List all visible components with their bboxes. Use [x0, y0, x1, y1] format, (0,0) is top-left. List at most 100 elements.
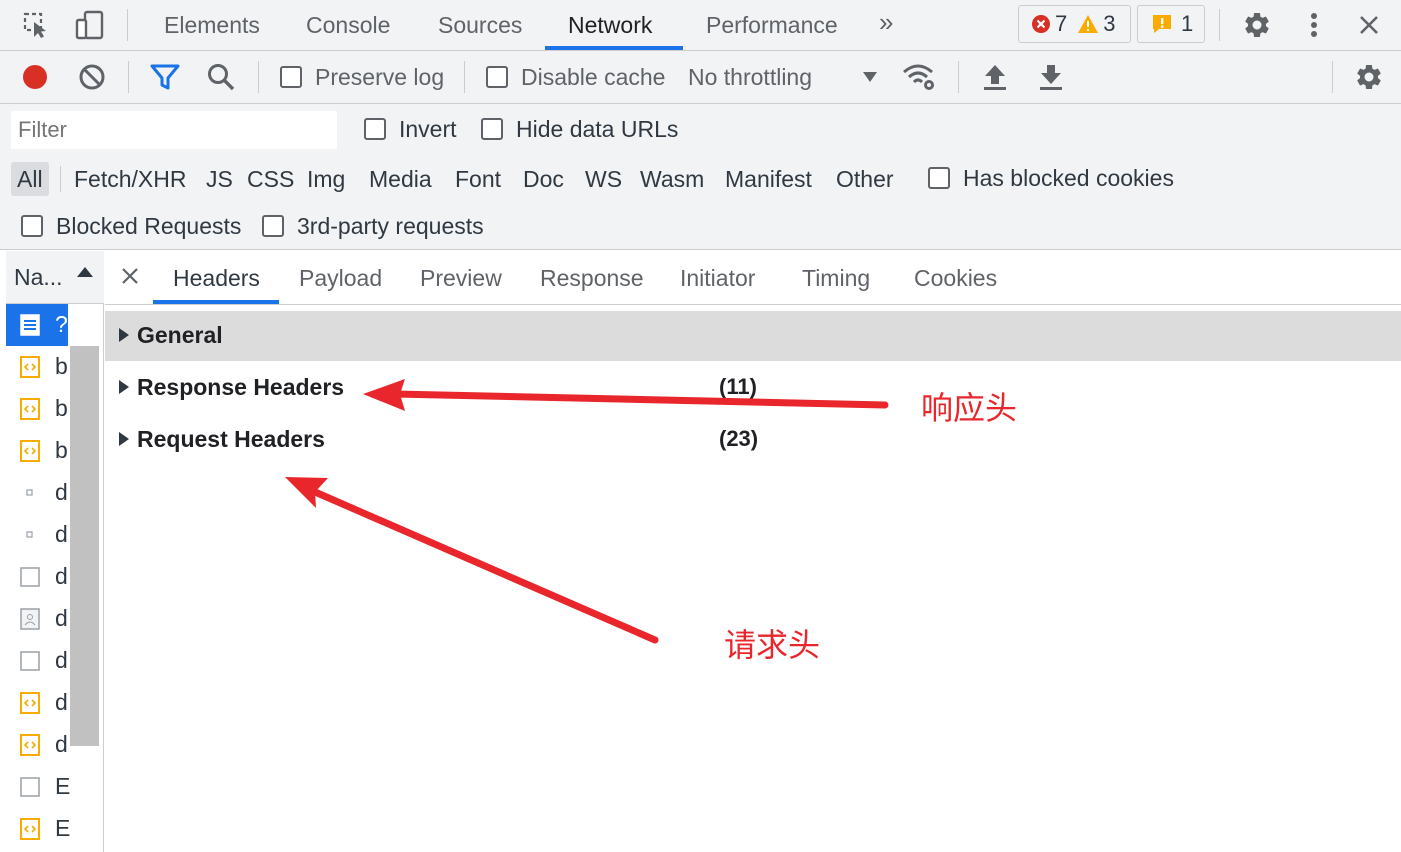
filter-type-fetch-xhr[interactable]: Fetch/XHR — [73, 162, 187, 196]
warning-count: 3 — [1103, 11, 1116, 36]
request-name: E — [55, 815, 71, 841]
import-har-upload-icon[interactable] — [977, 60, 1013, 94]
record-button-icon[interactable] — [17, 60, 53, 94]
request-row[interactable]: ? — [6, 304, 68, 346]
request-name: d — [55, 521, 68, 547]
tab-network[interactable]: Network — [568, 0, 652, 51]
filter-funnel-icon[interactable] — [147, 60, 183, 94]
tab-sources[interactable]: Sources — [438, 0, 522, 51]
disable-cache-checkbox[interactable] — [486, 66, 508, 88]
request-row[interactable]: d — [6, 514, 68, 556]
tab-performance[interactable]: Performance — [706, 0, 838, 51]
console-counters[interactable]: 7 3 — [1018, 5, 1131, 43]
tab-headers[interactable]: Headers — [173, 251, 260, 305]
request-row[interactable]: d — [6, 724, 68, 766]
clear-log-icon[interactable] — [74, 60, 110, 94]
script-icon — [20, 440, 40, 462]
filter-type-img[interactable]: Img — [306, 162, 346, 196]
response-headers-section-header[interactable]: Response Headers (11) — [105, 363, 1401, 413]
filter-type-media[interactable]: Media — [368, 162, 433, 196]
issues-counter[interactable]: 1 — [1137, 5, 1205, 43]
request-row[interactable]: b — [6, 388, 68, 430]
preserve-log-label: Preserve log — [315, 64, 445, 90]
error-count: 7 — [1055, 11, 1068, 36]
request-row[interactable]: E — [6, 808, 71, 850]
section-title: Request Headers — [137, 426, 325, 452]
more-tabs-chevron-icon[interactable]: » — [879, 0, 893, 48]
filter-type-manifest[interactable]: Manifest — [724, 162, 813, 196]
third-party-requests-checkbox[interactable] — [262, 215, 284, 237]
request-row[interactable]: E — [6, 766, 71, 808]
has-blocked-cookies-label: Has blocked cookies — [963, 165, 1174, 191]
search-icon[interactable] — [203, 60, 239, 94]
hide-data-urls-label: Hide data URLs — [516, 116, 679, 142]
script-icon — [20, 734, 40, 756]
hide-data-urls-checkbox[interactable] — [481, 118, 503, 140]
network-conditions-wifi-icon[interactable] — [902, 60, 938, 94]
request-headers-section-header[interactable]: Request Headers (23) — [105, 415, 1401, 465]
script-icon — [20, 818, 40, 840]
close-details-icon[interactable] — [121, 267, 139, 290]
request-row[interactable]: d — [6, 556, 68, 598]
section-count: (23) — [719, 426, 759, 451]
request-list-scrollbar[interactable] — [70, 346, 99, 746]
dot-icon — [20, 524, 40, 546]
request-row[interactable]: b — [6, 346, 68, 388]
filter-type-all[interactable]: All — [11, 162, 49, 196]
network-settings-gear-icon[interactable] — [1351, 60, 1387, 94]
filter-type-ws[interactable]: WS — [584, 162, 623, 196]
filter-bar: Invert Hide data URLs All Fetch/XHR JS C… — [0, 104, 1401, 250]
request-row[interactable]: d — [6, 472, 68, 514]
dot-icon — [20, 482, 40, 504]
request-name: E — [55, 773, 71, 799]
image-icon — [20, 608, 40, 630]
general-section-header[interactable]: General — [105, 311, 1401, 361]
tab-timing[interactable]: Timing — [802, 251, 870, 305]
error-icon — [1031, 14, 1051, 34]
dropdown-arrow-icon[interactable] — [852, 60, 888, 94]
invert-label: Invert — [399, 116, 457, 142]
section-title: Response Headers — [137, 374, 345, 400]
tab-console[interactable]: Console — [306, 0, 390, 51]
settings-gear-icon[interactable] — [1239, 8, 1275, 42]
request-row[interactable]: b — [6, 430, 68, 472]
filter-type-doc[interactable]: Doc — [522, 162, 565, 196]
tab-cookies[interactable]: Cookies — [914, 251, 997, 305]
script-icon — [20, 398, 40, 420]
toolbar-divider — [1332, 61, 1333, 93]
request-name: d — [55, 563, 68, 589]
tab-initiator[interactable]: Initiator — [680, 251, 755, 305]
inspect-element-icon[interactable] — [18, 8, 54, 42]
filter-type-font[interactable]: Font — [454, 162, 502, 196]
tab-payload[interactable]: Payload — [299, 251, 382, 305]
request-row[interactable]: d — [6, 682, 68, 724]
tab-response[interactable]: Response — [540, 251, 644, 305]
request-name: b — [55, 395, 68, 421]
preserve-log-checkbox[interactable] — [280, 66, 302, 88]
name-column-header[interactable]: Na... — [6, 251, 104, 304]
toolbar-divider — [958, 61, 959, 93]
filter-type-js[interactable]: JS — [205, 162, 234, 196]
script-icon — [20, 356, 40, 378]
more-options-icon[interactable] — [1296, 8, 1332, 42]
blocked-requests-checkbox[interactable] — [21, 215, 43, 237]
close-devtools-icon[interactable] — [1351, 8, 1387, 42]
network-toolbar: Preserve log Disable cache No throttling — [0, 51, 1401, 104]
filter-type-wasm[interactable]: Wasm — [639, 162, 705, 196]
blank-file-icon — [20, 650, 40, 672]
throttling-select[interactable]: No throttling — [688, 64, 812, 91]
filter-input[interactable] — [11, 111, 337, 149]
device-toolbar-icon[interactable] — [72, 8, 108, 42]
request-name: d — [55, 689, 68, 715]
has-blocked-cookies-checkbox[interactable] — [928, 167, 950, 189]
active-tab-indicator — [545, 46, 683, 50]
request-row[interactable]: d — [6, 598, 68, 640]
invert-checkbox[interactable] — [364, 118, 386, 140]
third-party-requests-label: 3rd-party requests — [297, 213, 484, 239]
request-row[interactable]: d — [6, 640, 68, 682]
tab-elements[interactable]: Elements — [164, 0, 260, 51]
tab-preview[interactable]: Preview — [420, 251, 502, 305]
filter-type-css[interactable]: CSS — [246, 162, 295, 196]
export-har-download-icon[interactable] — [1033, 60, 1069, 94]
filter-type-other[interactable]: Other — [835, 162, 895, 196]
